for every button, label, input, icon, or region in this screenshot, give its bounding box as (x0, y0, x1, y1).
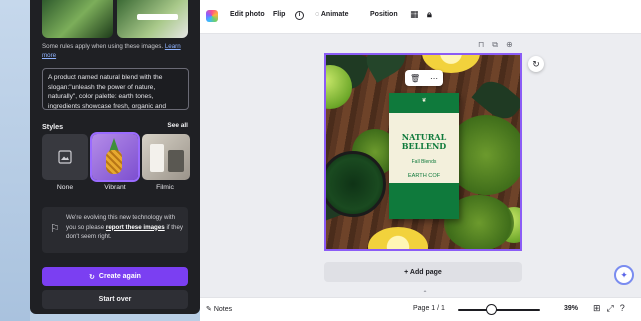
package-earth-text: EARTH COF (407, 173, 441, 179)
rotate-icon[interactable]: ↻ (528, 56, 544, 72)
view-controls: ⊞⤢? (593, 303, 631, 314)
edit-photo-button[interactable]: Edit photo (230, 11, 265, 18)
filmic-object-2 (168, 150, 184, 172)
chevron-up-icon[interactable]: ⌃ (420, 290, 430, 297)
transparency-icon[interactable]: ▦ (410, 9, 419, 20)
create-again-label: Create again (98, 273, 141, 280)
animate-label: Animate (320, 11, 349, 18)
zoom-slider-thumb[interactable] (486, 304, 497, 315)
desktop-frame (0, 0, 30, 321)
notes-icon: ✎ (206, 306, 212, 313)
grid-view-icon[interactable]: ⊞ (593, 303, 607, 313)
thumbnail-1[interactable] (42, 0, 113, 38)
notes-label: Notes (213, 306, 233, 313)
refresh-icon: ↻ (89, 273, 95, 281)
thumbnail-2[interactable] (117, 0, 188, 38)
position-button[interactable]: Position (370, 11, 398, 18)
notes-button[interactable]: ✎ Notes (206, 305, 232, 313)
package-bottom-band (389, 183, 459, 219)
add-page-button[interactable]: + Add page (324, 262, 522, 282)
bottom-bar: ✎ Notes Page 1 / 1 39% ⊞⤢? (200, 297, 641, 321)
see-all-link[interactable]: See all (167, 122, 188, 129)
styles-heading: Styles (42, 122, 64, 131)
pineapple-body (106, 150, 122, 174)
animate-icon: ◌ (315, 11, 320, 18)
style-none-option[interactable] (42, 134, 88, 180)
generated-thumbnails (42, 0, 188, 38)
package-subtitle: Fall Blends (411, 159, 437, 165)
package-title-line2: BELLEND (401, 141, 447, 151)
style-vibrant-option[interactable] (90, 132, 140, 182)
zoom-slider-track[interactable] (458, 309, 540, 311)
magic-assistant-icon[interactable]: ✦ (614, 265, 634, 285)
more-options-icon[interactable]: ⋯ (430, 74, 438, 83)
start-over-button[interactable]: Start over (42, 290, 188, 309)
help-icon[interactable]: ? (620, 303, 631, 313)
page-lock-icon[interactable]: ⊓ (478, 40, 492, 49)
add-page-icon[interactable]: ⊕ (506, 40, 521, 49)
style-filmic-option[interactable] (142, 134, 190, 180)
flip-button[interactable]: Flip (273, 11, 285, 18)
page-tools: ⊓⧉⊕ (478, 40, 521, 50)
zoom-level[interactable]: 39% (564, 305, 578, 312)
page-indicator[interactable]: Page 1 / 1 (413, 305, 445, 312)
filmic-object-1 (150, 144, 164, 172)
color-swatch-icon[interactable] (206, 10, 218, 22)
style-label-vibrant: Vibrant (104, 184, 126, 191)
style-label-filmic: Filmic (156, 184, 174, 191)
style-label-none: None (56, 184, 74, 191)
rules-text: Some rules apply when using these images… (42, 43, 164, 50)
prompt-textarea[interactable]: A product named natural blend with the s… (42, 68, 189, 110)
notice-text: We're evolving this new technology with … (66, 213, 184, 242)
feedback-notice: ⚐ We're evolving this new technology wit… (42, 207, 188, 253)
image-context-menu: 🗑︎ ⋯ (405, 70, 443, 86)
flip-label: Flip (273, 11, 286, 18)
report-images-link[interactable]: report these images (106, 224, 165, 231)
flag-icon: ⚐ (50, 223, 60, 235)
leaf-logo-icon: ❦ (421, 98, 427, 104)
animate-button[interactable]: ◌ Animate (315, 11, 348, 18)
editor-workspace: Edit photo Flip i ◌ Animate Position ▦ 🔒… (200, 0, 641, 321)
info-icon: i (295, 11, 304, 20)
trash-icon[interactable]: 🗑︎ (410, 74, 420, 83)
create-again-button[interactable]: ↻ Create again (42, 267, 188, 286)
thumbnail-overlay-bar (137, 14, 178, 20)
product-package: ❦ NATURAL BELLEND Fall Blends EARTH COF (389, 93, 459, 219)
info-button[interactable]: i (291, 11, 304, 20)
duplicate-page-icon[interactable]: ⧉ (492, 40, 506, 49)
package-title: NATURAL BELLEND (389, 133, 459, 151)
lock-icon[interactable]: 🔒︎ (427, 9, 432, 20)
usage-rules: Some rules apply when using these images… (42, 42, 190, 60)
image-icon (58, 150, 72, 164)
top-toolbar: Edit photo Flip i ◌ Animate Position ▦ 🔒… (200, 0, 641, 34)
fullscreen-icon[interactable]: ⤢ (607, 303, 620, 313)
